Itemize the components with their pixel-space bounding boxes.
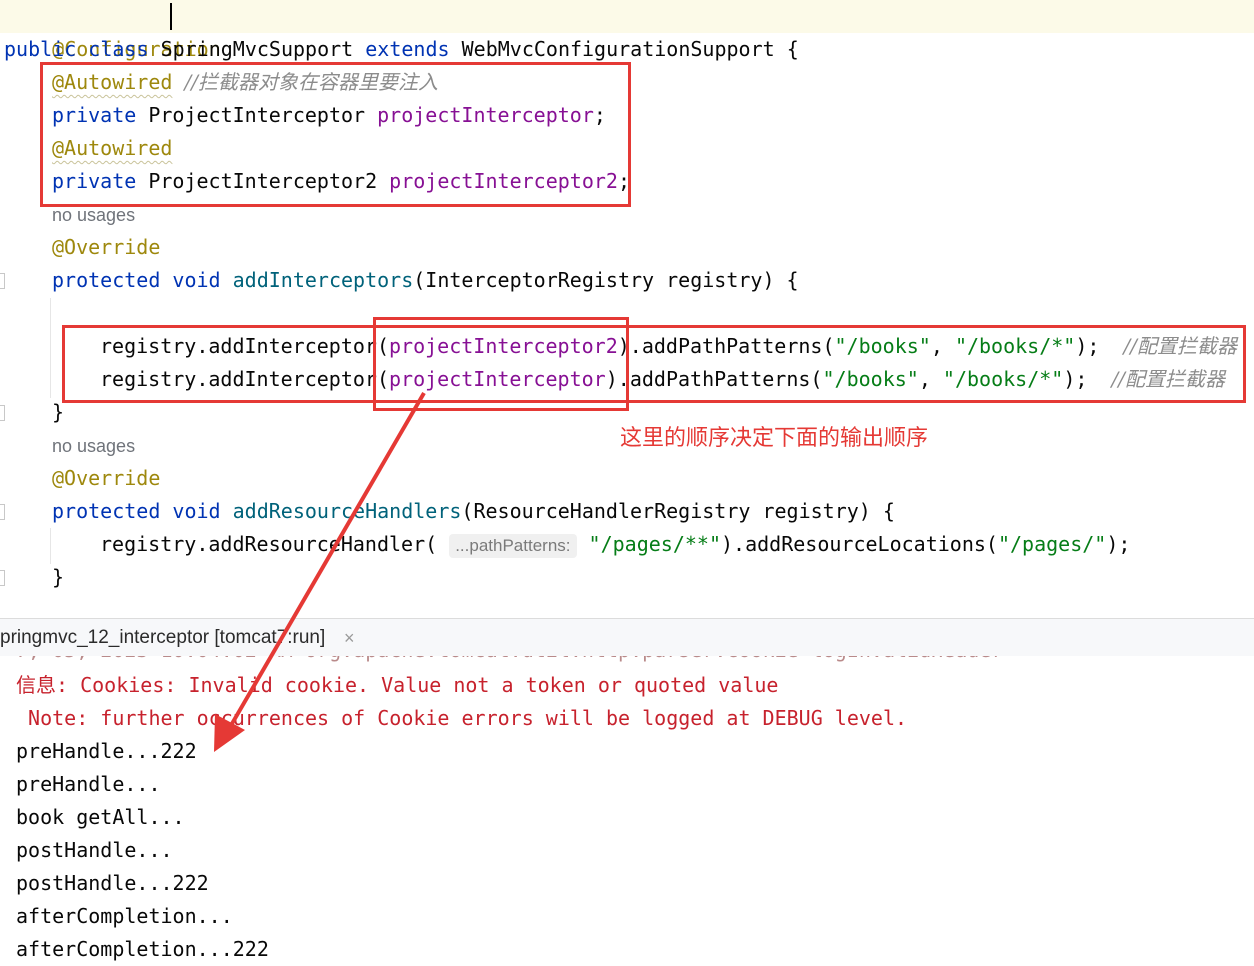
registrations-highlight-box: [62, 325, 1246, 403]
method-params: (InterceptorRegistry registry) {: [413, 268, 799, 292]
console-line: 信息: Cookies: Invalid cookie. Value not a…: [16, 673, 779, 697]
code-line-16[interactable]: protected void addResourceHandlers(Resou…: [52, 495, 895, 528]
fields-highlight-box: [40, 62, 631, 207]
no-usages-label[interactable]: no usages: [52, 436, 135, 456]
parent-class-name: WebMvcConfigurationSupport: [461, 37, 775, 61]
console-line: preHandle...222: [16, 739, 197, 763]
text-caret: [170, 3, 172, 30]
protected-keyword: protected: [52, 499, 161, 523]
console-line: afterCompletion...222: [16, 937, 269, 961]
override-annotation: @Override: [52, 235, 161, 259]
console-line: preHandle...: [16, 772, 161, 796]
code-line-9[interactable]: protected void addInterceptors(Intercept…: [52, 264, 799, 297]
public-keyword: public: [4, 37, 77, 61]
run-console[interactable]: 7, 05, 2023 10:04:02 AM org.apache.tomca…: [0, 656, 1254, 966]
interceptor-args-highlight-box: [373, 317, 629, 411]
code-line-8[interactable]: @Override: [52, 231, 160, 264]
console-line: afterCompletion...: [16, 904, 233, 928]
fold-marker-icon[interactable]: [0, 405, 5, 421]
close-brace: }: [52, 400, 65, 424]
string-literal: "/pages/": [997, 532, 1107, 556]
method-params: (ResourceHandlerRegistry registry) {: [461, 499, 895, 523]
void-keyword: void: [172, 268, 221, 292]
no-usages-label[interactable]: no usages: [52, 205, 135, 225]
void-keyword: void: [172, 499, 221, 523]
string-literal: "/pages/**": [588, 532, 721, 556]
parameter-hint: ...pathPatterns:: [449, 533, 577, 558]
console-line: postHandle...: [16, 838, 173, 862]
console-line: book getAll...: [16, 805, 185, 829]
call-middle: ).addResourceLocations(: [721, 532, 998, 556]
method-name: addInterceptors: [232, 268, 414, 292]
extends-keyword: extends: [365, 37, 450, 61]
fold-marker-icon[interactable]: [0, 570, 5, 586]
class-keyword: class: [88, 37, 149, 61]
class-name: SpringMvcSupport: [160, 37, 354, 61]
order-annotation-note: 这里的顺序决定下面的输出顺序: [620, 426, 929, 451]
close-icon[interactable]: ×: [344, 619, 355, 657]
run-tab[interactable]: pringmvc_12_interceptor [tomcat7:run]: [0, 619, 325, 657]
code-line-15[interactable]: @Override: [52, 462, 160, 495]
usage-hint-2[interactable]: no usages: [52, 429, 135, 462]
open-brace: {: [774, 37, 799, 61]
code-line-17[interactable]: registry.addResourceHandler( ...pathPatt…: [100, 528, 1130, 561]
console-partial-line: 7, 05, 2023 10:04:02 AM org.apache.tomca…: [16, 656, 1003, 667]
indent-guide: [50, 298, 51, 398]
call-prefix: registry.addResourceHandler(: [100, 532, 438, 556]
run-tab-bar: pringmvc_12_interceptor [tomcat7:run] ×: [0, 618, 1254, 657]
call-end: );: [1106, 532, 1131, 556]
console-line: Note: further occurrences of Cookie erro…: [16, 706, 908, 730]
fold-marker-icon[interactable]: [0, 273, 5, 289]
code-line-1[interactable]: @Configuration: [0, 0, 1254, 61]
close-brace: }: [52, 565, 65, 589]
fold-marker-icon[interactable]: [0, 504, 5, 520]
protected-keyword: protected: [52, 268, 161, 292]
code-line-18[interactable]: }: [52, 561, 64, 594]
indent-guide: [50, 528, 51, 564]
console-line: postHandle...222: [16, 871, 209, 895]
method-name: addResourceHandlers: [232, 499, 462, 523]
override-annotation: @Override: [52, 466, 161, 490]
